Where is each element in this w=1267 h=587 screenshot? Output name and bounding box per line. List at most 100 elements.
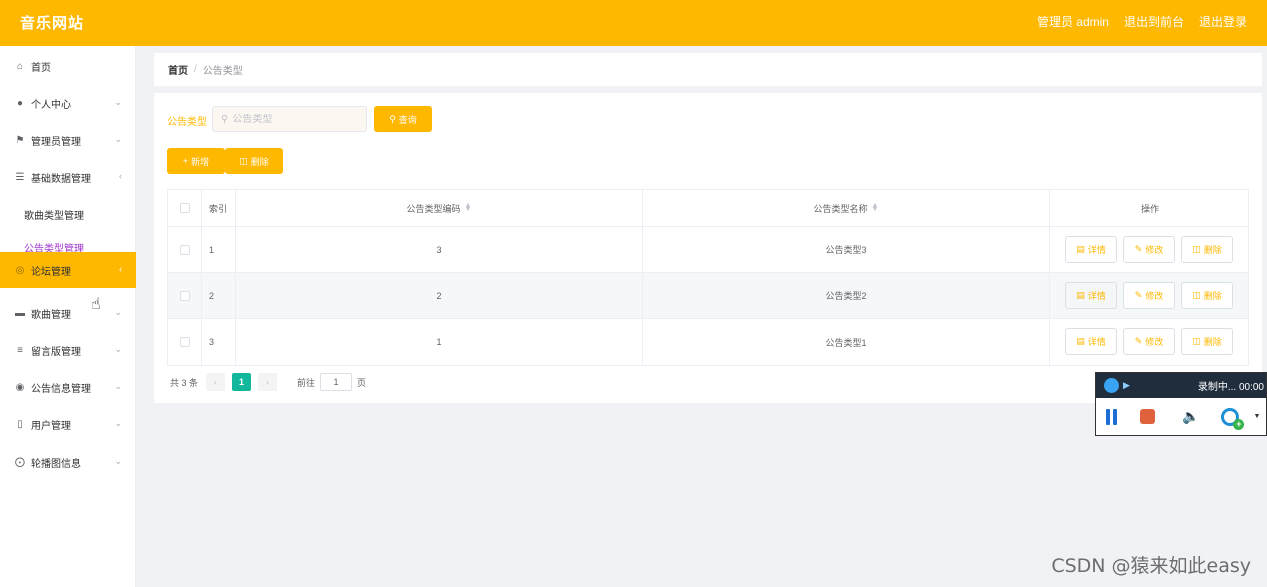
row-name: 公告类型1 <box>643 319 1050 365</box>
sidebar-item-carousel[interactable]: ⨀ 轮播图信息 ⌄ <box>0 444 136 480</box>
document-icon: ▤ <box>1076 244 1085 254</box>
header-code[interactable]: 公告类型编码 ▲ ▼ <box>236 190 643 226</box>
sidebar-item-home[interactable]: ⌂ 首页 <box>0 48 136 84</box>
search-input[interactable] <box>232 113 353 125</box>
sidebar-item-label: 基础数据管理 <box>31 173 91 185</box>
row-checkbox[interactable] <box>179 290 190 301</box>
delete-button[interactable]: ◫ 删除 <box>1181 282 1233 309</box>
sidebar-item-personal-center[interactable]: ● 个人中心 ⌄ <box>0 85 136 121</box>
edit-label: 修改 <box>1145 245 1164 255</box>
recorder-titlebar: ▶ 录制中... 00:00 <box>1096 373 1266 398</box>
webcam-add-icon[interactable] <box>1221 407 1245 430</box>
search-field[interactable]: ⚲ <box>212 106 367 132</box>
page-suffix: 页 <box>357 377 367 388</box>
chevron-down-icon: ⌄ <box>114 134 122 144</box>
sidebar-item-guestbook[interactable]: ≡ 留言版管理 ⌄ <box>0 332 136 368</box>
sidebar-item-users[interactable]: ▯ 用户管理 ⌄ <box>0 406 136 442</box>
next-page-button[interactable]: › <box>258 373 278 391</box>
sidebar-item-label: 歌曲管理 <box>31 309 71 321</box>
sort-icon[interactable]: ▲ ▼ <box>872 202 879 213</box>
sidebar-subitem-song-type[interactable]: 歌曲类型管理 <box>24 207 84 222</box>
recording-status: 录制中... 00:00 <box>1197 382 1264 393</box>
detail-button[interactable]: ▤ 详情 <box>1065 328 1117 355</box>
table-row: 1 3 公告类型3 ▤ 详情 ✎ 修改 ◫ 删除 <box>168 227 1248 273</box>
edit-icon: ✎ <box>1134 290 1143 300</box>
logout-link[interactable]: 退出登录 <box>1199 13 1247 30</box>
batch-delete-button-label: 删除 <box>250 156 269 167</box>
header-name[interactable]: 公告类型名称 ▲ ▼ <box>643 190 1050 226</box>
trash-icon: ◫ <box>1192 336 1201 346</box>
sidebar-item-notice-info[interactable]: ◉ 公告信息管理 ⌄ <box>0 369 136 405</box>
chevron-down-icon: ⌄ <box>114 307 122 317</box>
stop-icon[interactable] <box>1140 409 1155 424</box>
main-panel: 公告类型 ⚲ ⚲ 查询 + 新增 ◫ 删除 索引 公告类型编码 ▲▼ 公告类型名… <box>154 93 1262 403</box>
breadcrumb-current: 公告类型 <box>202 66 243 77</box>
delete-button[interactable]: ◫ 删除 <box>1181 236 1233 263</box>
sidebar-item-admin-management[interactable]: ⚑ 管理员管理 ⌄ <box>0 122 136 158</box>
chevron-down-icon: ⌄ <box>114 381 122 391</box>
table-row: 2 2 公告类型2 ▤ 详情 ✎ 修改 ◫ 删除 <box>168 273 1248 319</box>
trash-icon: ◫ <box>239 155 248 166</box>
query-button[interactable]: ⚲ 查询 <box>374 106 432 132</box>
row-name: 公告类型3 <box>643 227 1050 272</box>
chevron-down-icon: ⌄ <box>114 344 122 354</box>
recorder-logo-icon <box>1104 378 1119 393</box>
mute-icon[interactable]: 🔈 <box>1182 408 1199 425</box>
home-icon: ⌂ <box>16 60 24 72</box>
table-header-row: 索引 公告类型编码 ▲ ▼ 公告类型名称 ▲ ▼ 操作 <box>168 190 1248 227</box>
header-index: 索引 <box>202 190 236 226</box>
notice-type-table: 索引 公告类型编码 ▲ ▼ 公告类型名称 ▲ ▼ 操作 1 3 公告类型3 ▤ 详情 … <box>167 189 1249 366</box>
chevron-down-icon: ⌄ <box>114 456 122 466</box>
row-index: 2 <box>202 273 236 318</box>
breadcrumb-home[interactable]: 首页 <box>168 62 188 77</box>
edit-button[interactable]: ✎ 修改 <box>1123 328 1175 355</box>
detail-button[interactable]: ▤ 详情 <box>1065 282 1117 309</box>
plus-icon: + <box>182 156 189 166</box>
detail-button[interactable]: ▤ 详情 <box>1065 236 1117 263</box>
row-select-cell <box>168 319 202 365</box>
page-number-button[interactable]: 1 <box>232 373 252 391</box>
delete-button[interactable]: ◫ 删除 <box>1181 328 1233 355</box>
row-checkbox[interactable] <box>179 244 190 255</box>
sidebar-item-label: 管理员管理 <box>31 136 81 148</box>
watermark: CSDN @猿来如此easy <box>1051 555 1251 577</box>
select-all-checkbox[interactable] <box>179 203 190 213</box>
sidebar-item-forum[interactable]: ◎ 论坛管理 ‹ <box>0 252 136 288</box>
sort-icon[interactable]: ▲ ▼ <box>465 202 472 213</box>
batch-delete-button[interactable]: ◫ 删除 <box>225 148 283 174</box>
row-index: 3 <box>202 319 236 365</box>
caret-down-icon[interactable]: ▼ <box>1253 413 1260 420</box>
row-select-cell <box>168 227 202 272</box>
location-icon: ◉ <box>15 381 25 393</box>
row-ops: ▤ 详情 ✎ 修改 ◫ 删除 <box>1050 227 1250 272</box>
edit-button[interactable]: ✎ 修改 <box>1123 236 1175 263</box>
user-icon: ● <box>16 97 24 109</box>
top-right-links: 管理员 admin 退出到前台 退出登录 <box>1037 13 1247 30</box>
sidebar-item-songs[interactable]: ▬ 歌曲管理 ⌄ <box>0 295 136 331</box>
search-icon: ⚲ <box>221 113 229 125</box>
prev-page-button[interactable]: ‹ <box>206 373 226 391</box>
detail-label: 详情 <box>1087 291 1106 301</box>
row-code: 1 <box>236 319 643 365</box>
header-code-label: 公告类型编码 <box>406 203 461 214</box>
edit-button[interactable]: ✎ 修改 <box>1123 282 1175 309</box>
header-select-cell <box>168 190 202 226</box>
pause-icon[interactable] <box>1106 408 1120 425</box>
sidebar-item-basic-data[interactable]: ☰ 基础数据管理 ‹ <box>0 159 136 195</box>
camera-icon: ▶ <box>1123 380 1130 390</box>
row-checkbox[interactable] <box>179 337 190 347</box>
search-icon: ⚲ <box>389 113 396 124</box>
goto-page-input[interactable] <box>320 373 353 391</box>
exit-to-front-link[interactable]: 退出到前台 <box>1124 13 1184 30</box>
forum-icon: ◎ <box>15 264 25 276</box>
add-button[interactable]: + 新增 <box>167 148 225 174</box>
admin-username[interactable]: 管理员 admin <box>1037 13 1109 30</box>
row-index: 1 <box>202 227 236 272</box>
phone-icon: ▯ <box>17 418 23 430</box>
recorder-controls: 🔈 ▼ <box>1096 398 1266 435</box>
compass-icon: ⨀ <box>15 456 25 468</box>
sidebar: ⌂ 首页 ● 个人中心 ⌄ ⚑ 管理员管理 ⌄ ☰ 基础数据管理 ‹ 歌曲类型管… <box>0 46 136 587</box>
chevron-down-icon: ⌄ <box>114 418 122 428</box>
site-brand: 音乐网站 <box>20 15 85 32</box>
sliders-icon: ≡ <box>17 344 23 356</box>
